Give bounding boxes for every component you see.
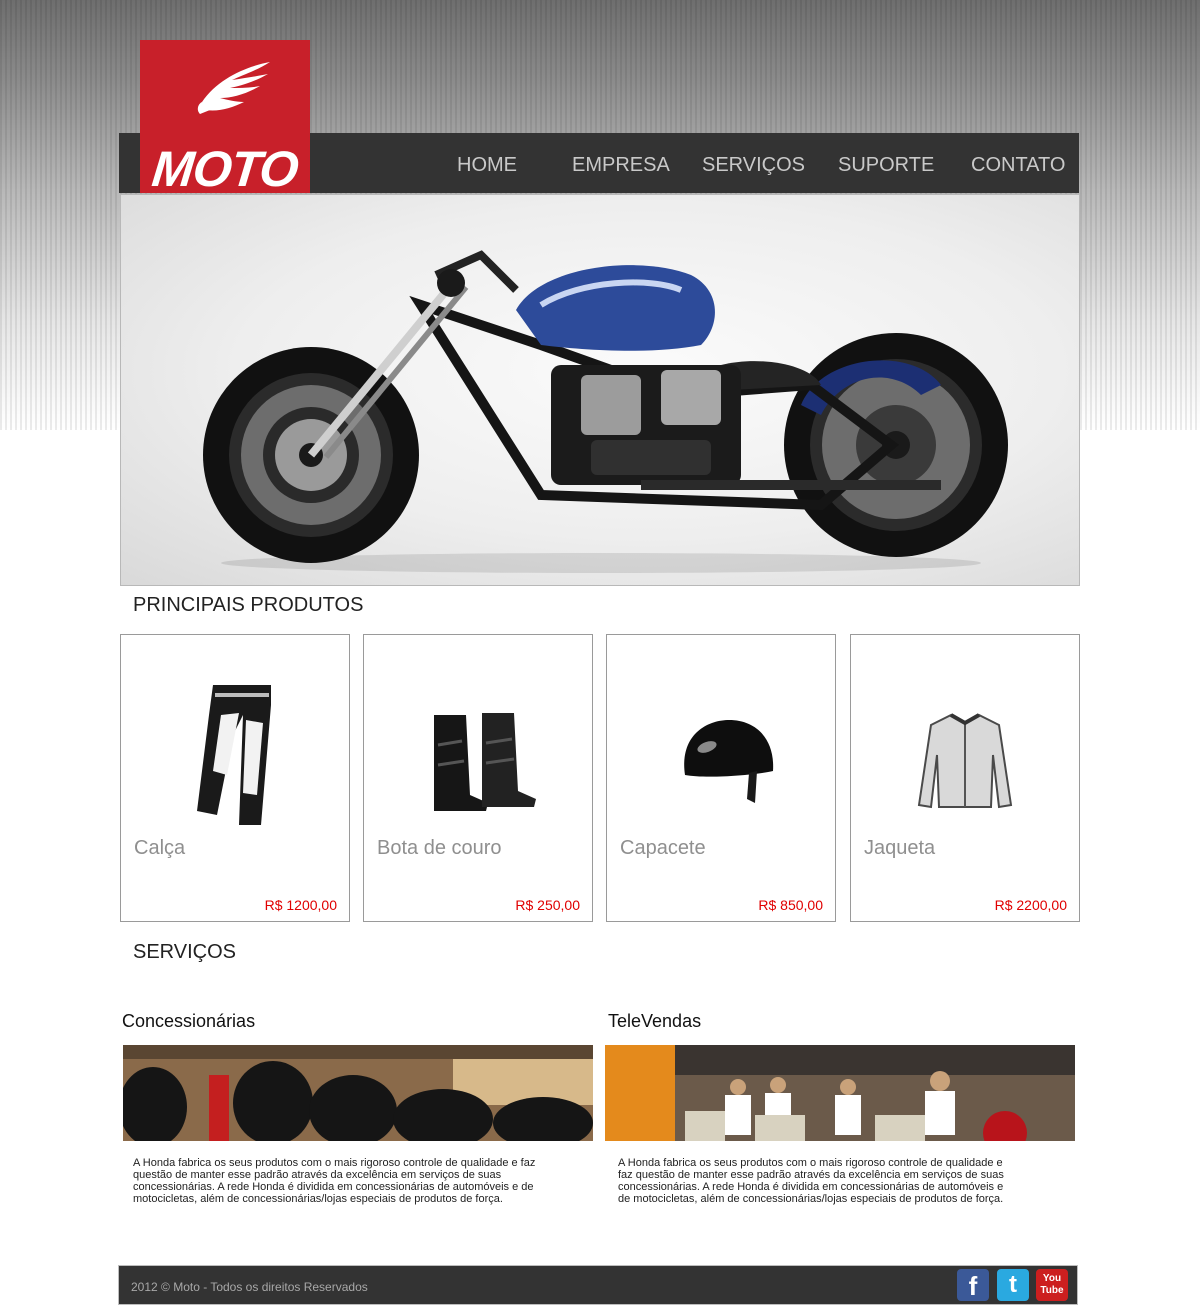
nav-home[interactable]: HOME — [457, 153, 517, 177]
service-description: A Honda fabrica os seus produtos com o m… — [618, 1157, 1004, 1205]
moto-logo[interactable]: MOTO — [140, 40, 310, 197]
product-price: R$ 250,00 — [515, 897, 580, 913]
nav-suporte[interactable]: SUPORTE — [838, 153, 934, 177]
products-section-title: PRINCIPAIS PRODUTOS — [133, 594, 364, 616]
call-center-photo — [605, 1045, 1075, 1141]
boots-photo — [434, 713, 536, 811]
nav-servicos[interactable]: SERVIÇOS — [702, 153, 805, 177]
nav-empresa[interactable]: EMPRESA — [572, 153, 670, 177]
footer: 2012 © Moto - Todos os direitos Reservad… — [118, 1265, 1078, 1305]
service-title: Concessionárias — [122, 1011, 256, 1031]
copyright-text: 2012 © Moto - Todos os direitos Reservad… — [131, 1280, 368, 1294]
product-name: Jaqueta — [864, 837, 936, 859]
product-name: Capacete — [620, 837, 706, 859]
services-section-title: SERVIÇOS — [133, 941, 236, 963]
hero-banner — [120, 194, 1080, 586]
facebook-icon[interactable]: f — [957, 1269, 989, 1301]
youtube-icon[interactable]: You Tube — [1036, 1269, 1068, 1301]
service-title: TeleVendas — [608, 1011, 702, 1031]
product-name: Bota de couro — [377, 837, 502, 859]
pants-photo — [197, 685, 271, 825]
logo-text: MOTO — [149, 141, 301, 197]
product-price: R$ 850,00 — [758, 897, 823, 913]
jacket-photo — [917, 713, 1013, 809]
product-card[interactable]: Bota de couro R$ 250,00 — [363, 634, 593, 922]
service-description: A Honda fabrica os seus produtos com o m… — [133, 1157, 536, 1205]
product-card[interactable]: Jaqueta R$ 2200,00 — [850, 634, 1080, 922]
product-card[interactable]: Calça R$ 1200,00 — [120, 634, 350, 922]
motorcycle-photo — [203, 250, 1008, 573]
product-card[interactable]: Capacete R$ 850,00 — [606, 634, 836, 922]
tires-store-photo — [123, 1045, 593, 1141]
product-price: R$ 1200,00 — [264, 897, 337, 913]
product-name: Calça — [134, 837, 186, 859]
twitter-icon[interactable]: t — [997, 1269, 1029, 1301]
product-price: R$ 2200,00 — [994, 897, 1067, 913]
helmet-photo — [684, 720, 774, 803]
nav-contato[interactable]: CONTATO — [971, 153, 1065, 177]
